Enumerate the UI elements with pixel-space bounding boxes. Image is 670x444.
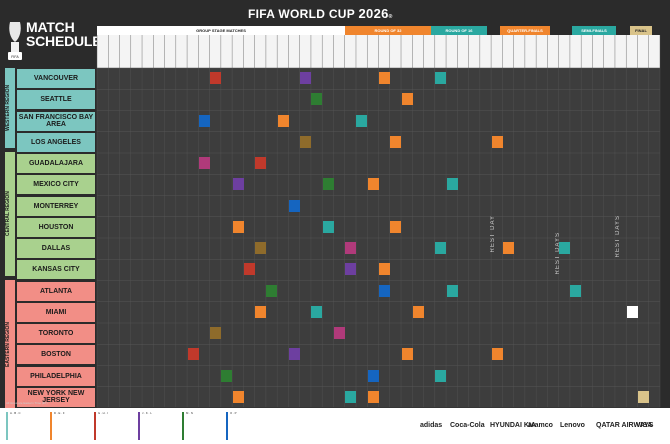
knockout-match-cell[interactable]: [491, 348, 503, 361]
knockout-match-cell[interactable]: [435, 72, 447, 84]
knockout-match-cell[interactable]: [390, 220, 402, 233]
knockout-match-cell[interactable]: [446, 178, 458, 191]
rest-days-label-2: REST DAYS: [615, 215, 621, 258]
sponsor-logo: Coca-Cola: [450, 422, 485, 429]
match-cell[interactable]: [198, 157, 210, 169]
match-cell[interactable]: [311, 305, 323, 318]
match-cell[interactable]: [255, 305, 267, 318]
knockout-match-cell[interactable]: [570, 284, 582, 297]
city-label: GUADALAJARA: [17, 154, 95, 173]
city-label: VANCOUVER: [17, 69, 95, 88]
schedule-grid: [96, 35, 661, 408]
sponsor-logo: aramco: [528, 422, 553, 429]
knockout-match-cell[interactable]: [390, 135, 402, 148]
city-label: MONTERREY: [17, 196, 95, 216]
match-cell[interactable]: [311, 93, 323, 106]
match-cell[interactable]: [356, 114, 368, 127]
knockout-match-cell[interactable]: [446, 284, 458, 297]
sponsor-logo: VISA: [636, 422, 653, 429]
city-label: SAN FRANCISCO BAY AREA: [17, 111, 95, 131]
city-label: HOUSTON: [17, 217, 95, 237]
legend-group-a: A · B · C: [6, 411, 50, 440]
city-label: MIAMI: [17, 302, 95, 322]
match-cell[interactable]: [345, 390, 357, 403]
knockout-match-cell[interactable]: [367, 390, 379, 403]
knockout-match-cell[interactable]: [379, 263, 390, 276]
match-cell[interactable]: [288, 199, 300, 212]
legend-group-d: J · K · L: [138, 411, 182, 440]
match-cell[interactable]: [187, 348, 199, 361]
city-label: LOS ANGELES: [17, 132, 95, 152]
match-cell[interactable]: [300, 72, 312, 84]
timezone-note: All times are Eastern Time (ET): [6, 401, 48, 405]
legend-group-f: O · P: [226, 411, 270, 440]
match-cell[interactable]: [210, 327, 222, 339]
match-cell[interactable]: [333, 327, 345, 339]
legend-group-e: M · N: [182, 411, 226, 440]
match-cell[interactable]: [345, 242, 357, 254]
region-western: WESTERN REGION: [5, 68, 15, 148]
legend-group-b: D · E · F: [50, 411, 94, 440]
match-cell[interactable]: [288, 348, 300, 361]
knockout-match-cell[interactable]: [637, 390, 649, 403]
match-cell[interactable]: [322, 220, 334, 233]
knockout-match-cell[interactable]: [626, 305, 638, 318]
match-cell[interactable]: [266, 284, 278, 297]
match-cell[interactable]: [379, 284, 390, 297]
knockout-match-cell[interactable]: [502, 242, 514, 254]
match-cell[interactable]: [232, 390, 244, 403]
match-cell[interactable]: [232, 178, 244, 191]
footer: A · B · C D · E · F G · H · I J · K · L …: [0, 408, 670, 444]
city-label: KANSAS CITY: [17, 260, 95, 280]
match-cell[interactable]: [221, 369, 233, 382]
match-cell[interactable]: [198, 114, 210, 127]
match-cell[interactable]: [232, 220, 244, 233]
knockout-match-cell[interactable]: [435, 242, 447, 254]
match-cell[interactable]: [322, 178, 334, 191]
match-cell[interactable]: [367, 369, 379, 382]
city-label: MEXICO CITY: [17, 175, 95, 195]
sponsor-logo: Lenovo: [560, 422, 585, 429]
city-label: TORONTO: [17, 324, 95, 343]
legend-group-c: G · H · I: [94, 411, 138, 440]
match-cell[interactable]: [300, 135, 312, 148]
knockout-match-cell[interactable]: [401, 93, 413, 106]
region-central: CENTRAL REGION: [5, 152, 15, 276]
match-cell[interactable]: [255, 157, 267, 169]
city-label: ATLANTA: [17, 281, 95, 301]
sponsor-logo: adidas: [420, 422, 443, 429]
knockout-match-cell[interactable]: [379, 72, 390, 84]
city-label: BOSTON: [17, 345, 95, 365]
rest-day-label: REST DAY: [490, 215, 496, 253]
city-label: PHILADELPHIA: [17, 366, 95, 386]
knockout-match-cell[interactable]: [401, 348, 413, 361]
match-cell[interactable]: [243, 263, 255, 276]
city-label: SEATTLE: [17, 90, 95, 110]
knockout-match-cell[interactable]: [491, 135, 503, 148]
match-cell[interactable]: [277, 114, 289, 127]
region-eastern: EASTERN REGION: [5, 280, 15, 408]
knockout-match-cell[interactable]: [367, 178, 379, 191]
match-cell[interactable]: [210, 72, 222, 84]
city-label: DALLAS: [17, 239, 95, 258]
knockout-match-cell[interactable]: [559, 242, 571, 254]
knockout-match-cell[interactable]: [412, 305, 424, 318]
match-cell[interactable]: [255, 242, 267, 254]
knockout-match-cell[interactable]: [435, 369, 447, 382]
match-cell[interactable]: [345, 263, 357, 276]
